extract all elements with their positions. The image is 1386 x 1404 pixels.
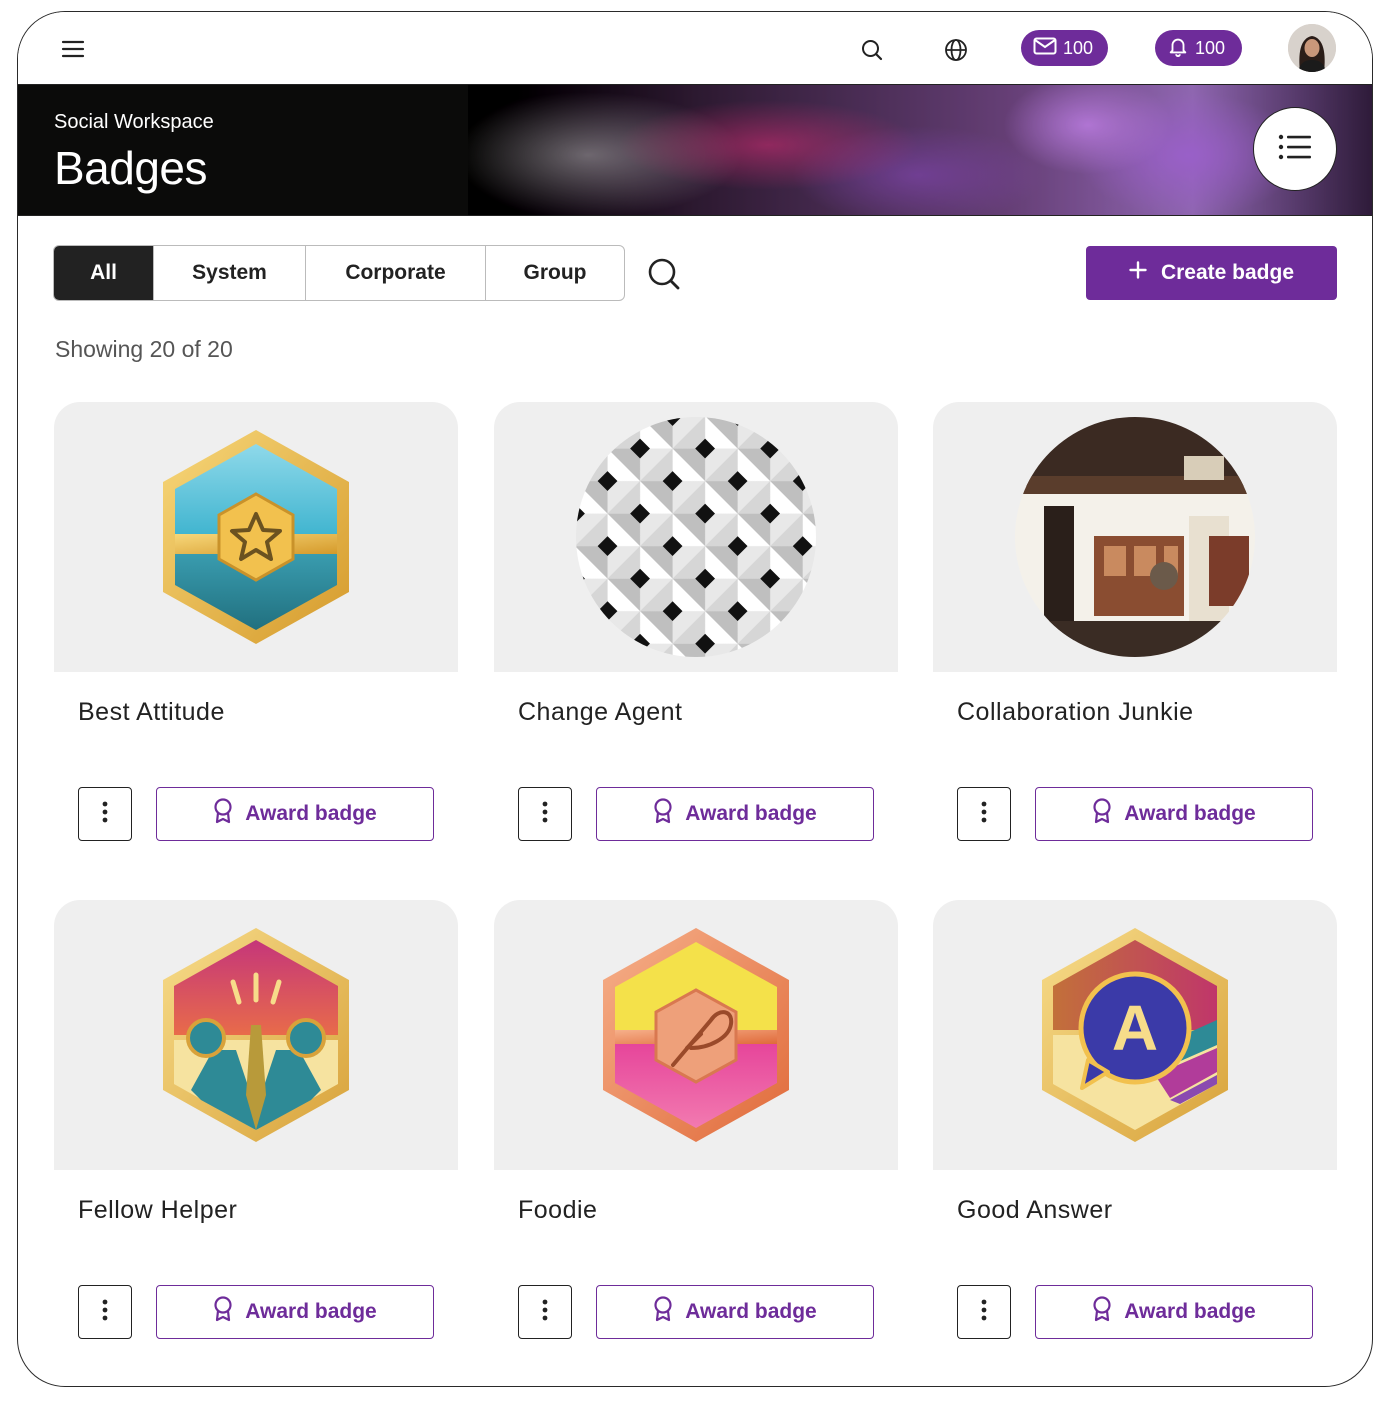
badge-card: Change Agent Award badge [494,402,898,862]
kebab-icon [981,1299,987,1326]
kebab-icon [981,801,987,828]
globe-icon[interactable] [940,34,972,66]
kebab-icon [102,801,108,828]
ribbon-icon [653,798,673,830]
ribbon-icon [653,1296,673,1328]
tab-group[interactable]: Group [486,246,624,300]
more-options-button[interactable] [957,1285,1011,1339]
list-view-button[interactable] [1253,107,1337,191]
kebab-icon [542,1299,548,1326]
badge-name: Change Agent [518,698,683,726]
badge-card: Fellow Helper Award badge [54,900,458,1360]
badge-type-filter: All System Corporate Group [53,245,625,301]
plus-icon [1129,261,1147,285]
award-badge-label: Award badge [685,1300,817,1323]
badge-image: A [933,900,1337,1170]
more-options-button[interactable] [518,787,572,841]
create-badge-label: Create badge [1160,261,1295,284]
award-badge-button[interactable]: Award badge [156,1285,434,1339]
more-options-button[interactable] [518,1285,572,1339]
award-badge-button[interactable]: Award badge [1035,787,1313,841]
ribbon-icon [1092,798,1112,830]
create-badge-button[interactable]: Create badge [1086,246,1337,300]
award-badge-label: Award badge [1124,802,1256,825]
award-badge-label: Award badge [1124,1300,1256,1323]
tab-all[interactable]: All [54,246,154,300]
tab-system[interactable]: System [154,246,306,300]
avatar[interactable] [1288,24,1336,72]
badge-image [933,402,1337,672]
mail-icon [1033,37,1057,60]
more-options-button[interactable] [78,1285,132,1339]
search-icon[interactable] [856,34,888,66]
banner-subtitle: Social Workspace [54,111,214,133]
award-badge-label: Award badge [245,1300,377,1323]
ribbon-icon [1092,1296,1112,1328]
more-options-button[interactable] [957,787,1011,841]
ribbon-icon [213,798,233,830]
badge-card: Best Attitude Award badge [54,402,458,862]
badge-card: Collaboration Junkie Award badge [933,402,1337,862]
award-badge-label: Award badge [685,802,817,825]
page-title: Badges [54,142,208,194]
award-badge-label: Award badge [245,802,377,825]
ribbon-icon [213,1296,233,1328]
award-badge-button[interactable]: Award badge [1035,1285,1313,1339]
list-icon [1278,134,1312,165]
more-options-button[interactable] [78,787,132,841]
search-badges-icon[interactable] [644,254,684,294]
messages-button[interactable]: 100 [1021,30,1108,66]
top-bar: 100 100 [18,12,1372,85]
tab-corporate[interactable]: Corporate [306,246,486,300]
app-frame: 100 100 Social Workspace Badges All Syst… [17,11,1373,1387]
badge-name: Collaboration Junkie [957,698,1194,726]
badge-image [54,402,458,672]
page-banner: Social Workspace Badges [18,85,1372,216]
award-badge-button[interactable]: Award badge [596,1285,874,1339]
notifications-button[interactable]: 100 [1155,30,1242,66]
badge-card: Foodie Award badge [494,900,898,1360]
notifications-count: 100 [1195,37,1226,58]
badge-name: Foodie [518,1196,598,1224]
menu-icon[interactable] [58,34,88,64]
messages-count: 100 [1063,37,1094,58]
badge-card: A Good Answer Award badge [933,900,1337,1360]
kebab-icon [102,1299,108,1326]
badge-name: Good Answer [957,1196,1113,1224]
badge-name: Best Attitude [78,698,225,726]
award-badge-button[interactable]: Award badge [596,787,874,841]
banner-image [468,85,1372,215]
kebab-icon [542,801,548,828]
badge-name: Fellow Helper [78,1196,238,1224]
award-badge-button[interactable]: Award badge [156,787,434,841]
badge-image [494,402,898,672]
badge-image [494,900,898,1170]
bell-icon [1167,35,1189,62]
svg-text:A: A [1112,992,1158,1064]
results-count: Showing 20 of 20 [55,336,233,362]
badge-image [54,900,458,1170]
